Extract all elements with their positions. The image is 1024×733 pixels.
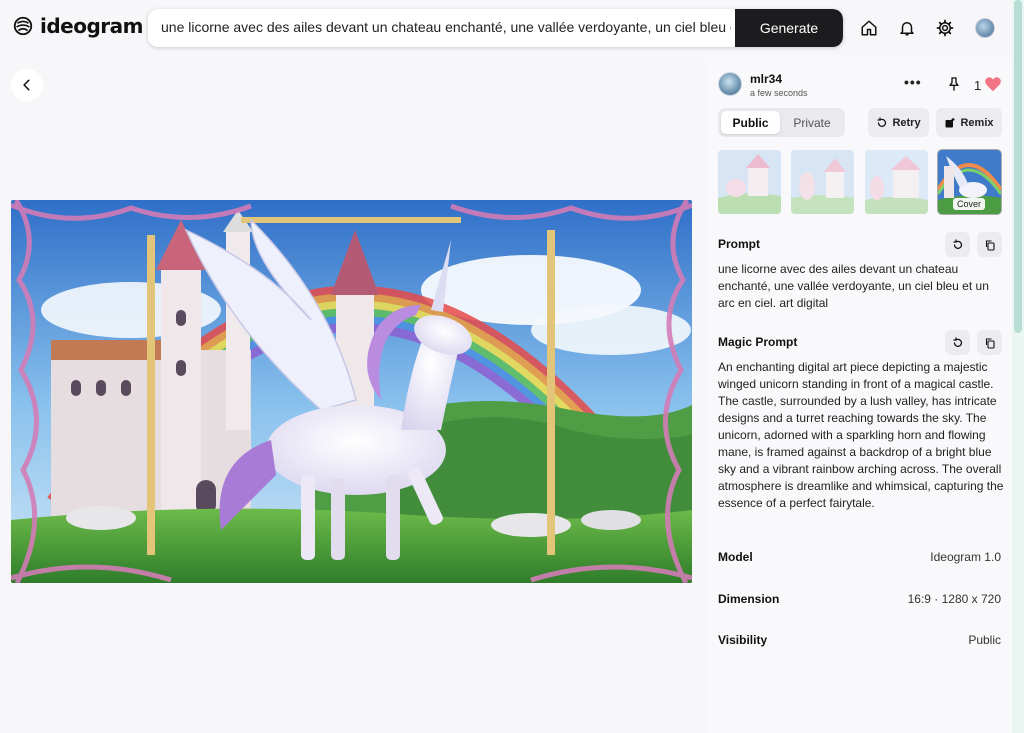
retry-label: Retry (892, 116, 921, 129)
magic-prompt-text: An enchanting digital art piece depictin… (718, 360, 1004, 510)
gear-icon[interactable] (934, 17, 956, 39)
more-options-icon[interactable]: ••• (904, 74, 922, 90)
model-label: Model (718, 550, 753, 564)
creator-avatar[interactable] (718, 72, 742, 96)
variation-thumbnail[interactable] (791, 150, 854, 214)
retry-icon (877, 116, 887, 127)
variation-thumbnails: Cover (718, 150, 1002, 214)
visibility-toggle: Public Private (718, 108, 845, 137)
creator-username[interactable]: mlr34 (750, 72, 782, 86)
dimension-label: Dimension (718, 592, 780, 606)
visibility-public-option[interactable]: Public (721, 111, 780, 134)
brand-name: ideogram (40, 14, 144, 38)
variation-thumbnail[interactable] (865, 150, 928, 214)
variation-thumbnail-cover[interactable]: Cover (938, 150, 1001, 214)
reuse-magic-prompt-button[interactable] (945, 330, 970, 355)
dimension-value: 16:9 · 1280 x 720 (907, 592, 1001, 606)
ideogram-logo[interactable]: ideogram (12, 14, 144, 38)
top-bar: ideogram une licorne avec des ailes deva… (0, 0, 1012, 58)
variation-thumbnail[interactable] (718, 150, 781, 214)
retry-button[interactable]: Retry (868, 108, 929, 137)
ideogram-logo-icon (13, 16, 33, 36)
page-scrollbar[interactable] (1012, 0, 1024, 733)
unicorn-castle-illustration (11, 200, 692, 583)
reuse-prompt-button[interactable] (945, 232, 970, 257)
copy-icon (985, 337, 995, 349)
copy-icon (985, 239, 995, 251)
post-timestamp: a few seconds (750, 88, 808, 98)
rotate-ccw-icon (952, 238, 962, 249)
generated-image[interactable] (11, 200, 692, 583)
like-count: 1 (974, 78, 982, 93)
generate-button[interactable]: Generate (735, 9, 843, 47)
prompt-text: une licorne avec des ailes devant un cha… (718, 262, 989, 310)
bell-icon[interactable] (896, 17, 918, 39)
rotate-ccw-icon (952, 336, 962, 347)
pin-icon[interactable] (946, 76, 962, 92)
prompt-input[interactable]: une licorne avec des ailes devant un cha… (161, 19, 731, 35)
cover-badge: Cover (953, 198, 986, 210)
model-value: Ideogram 1.0 (930, 550, 1001, 564)
user-avatar-menu[interactable] (975, 18, 995, 38)
home-icon[interactable] (858, 17, 880, 39)
prompt-heading: Prompt (718, 237, 760, 251)
scrollbar-thumb[interactable] (1014, 0, 1022, 333)
remix-button[interactable]: Remix (936, 108, 1002, 137)
remix-label: Remix (960, 116, 994, 129)
back-button[interactable] (11, 69, 43, 101)
chevron-left-icon (23, 79, 30, 91)
details-panel: mlr34 a few seconds ••• 1 Public Private… (706, 58, 1012, 733)
copy-magic-prompt-button[interactable] (977, 330, 1002, 355)
prompt-bar: une licorne avec des ailes devant un cha… (148, 9, 843, 47)
remix-icon (945, 117, 955, 127)
copy-prompt-button[interactable] (977, 232, 1002, 257)
magic-prompt-heading: Magic Prompt (718, 335, 798, 349)
visibility-value: Public (968, 633, 1001, 647)
heart-icon[interactable] (984, 76, 1002, 92)
visibility-private-option[interactable]: Private (782, 111, 842, 134)
visibility-label: Visibility (718, 633, 768, 647)
